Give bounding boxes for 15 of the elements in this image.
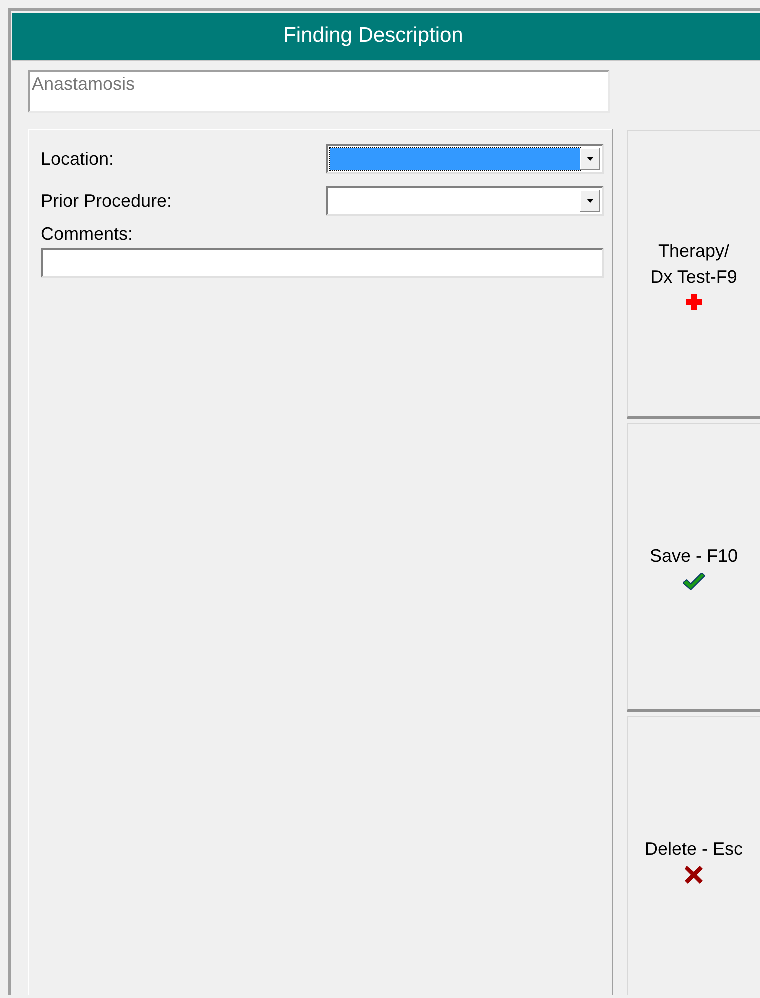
action-button[interactable]: Delete - Esc (627, 716, 760, 995)
field-label: Comments: (41, 224, 134, 245)
comments-field[interactable] (41, 248, 604, 278)
caret-icon (586, 199, 594, 203)
dropdown[interactable] (326, 144, 604, 174)
action-button[interactable]: Save - F10 (627, 423, 760, 712)
check-icon (683, 572, 705, 590)
cross-icon (685, 866, 703, 884)
caret-icon (586, 157, 594, 161)
finding-field[interactable]: Anastamosis (28, 70, 610, 113)
field-label: Prior Procedure: (41, 190, 174, 212)
field-label: Location: (41, 148, 116, 170)
plus-icon (686, 294, 702, 310)
action-button[interactable]: Therapy/ Dx Test-F9 (627, 130, 760, 419)
window-title: Finding Description (12, 13, 760, 61)
